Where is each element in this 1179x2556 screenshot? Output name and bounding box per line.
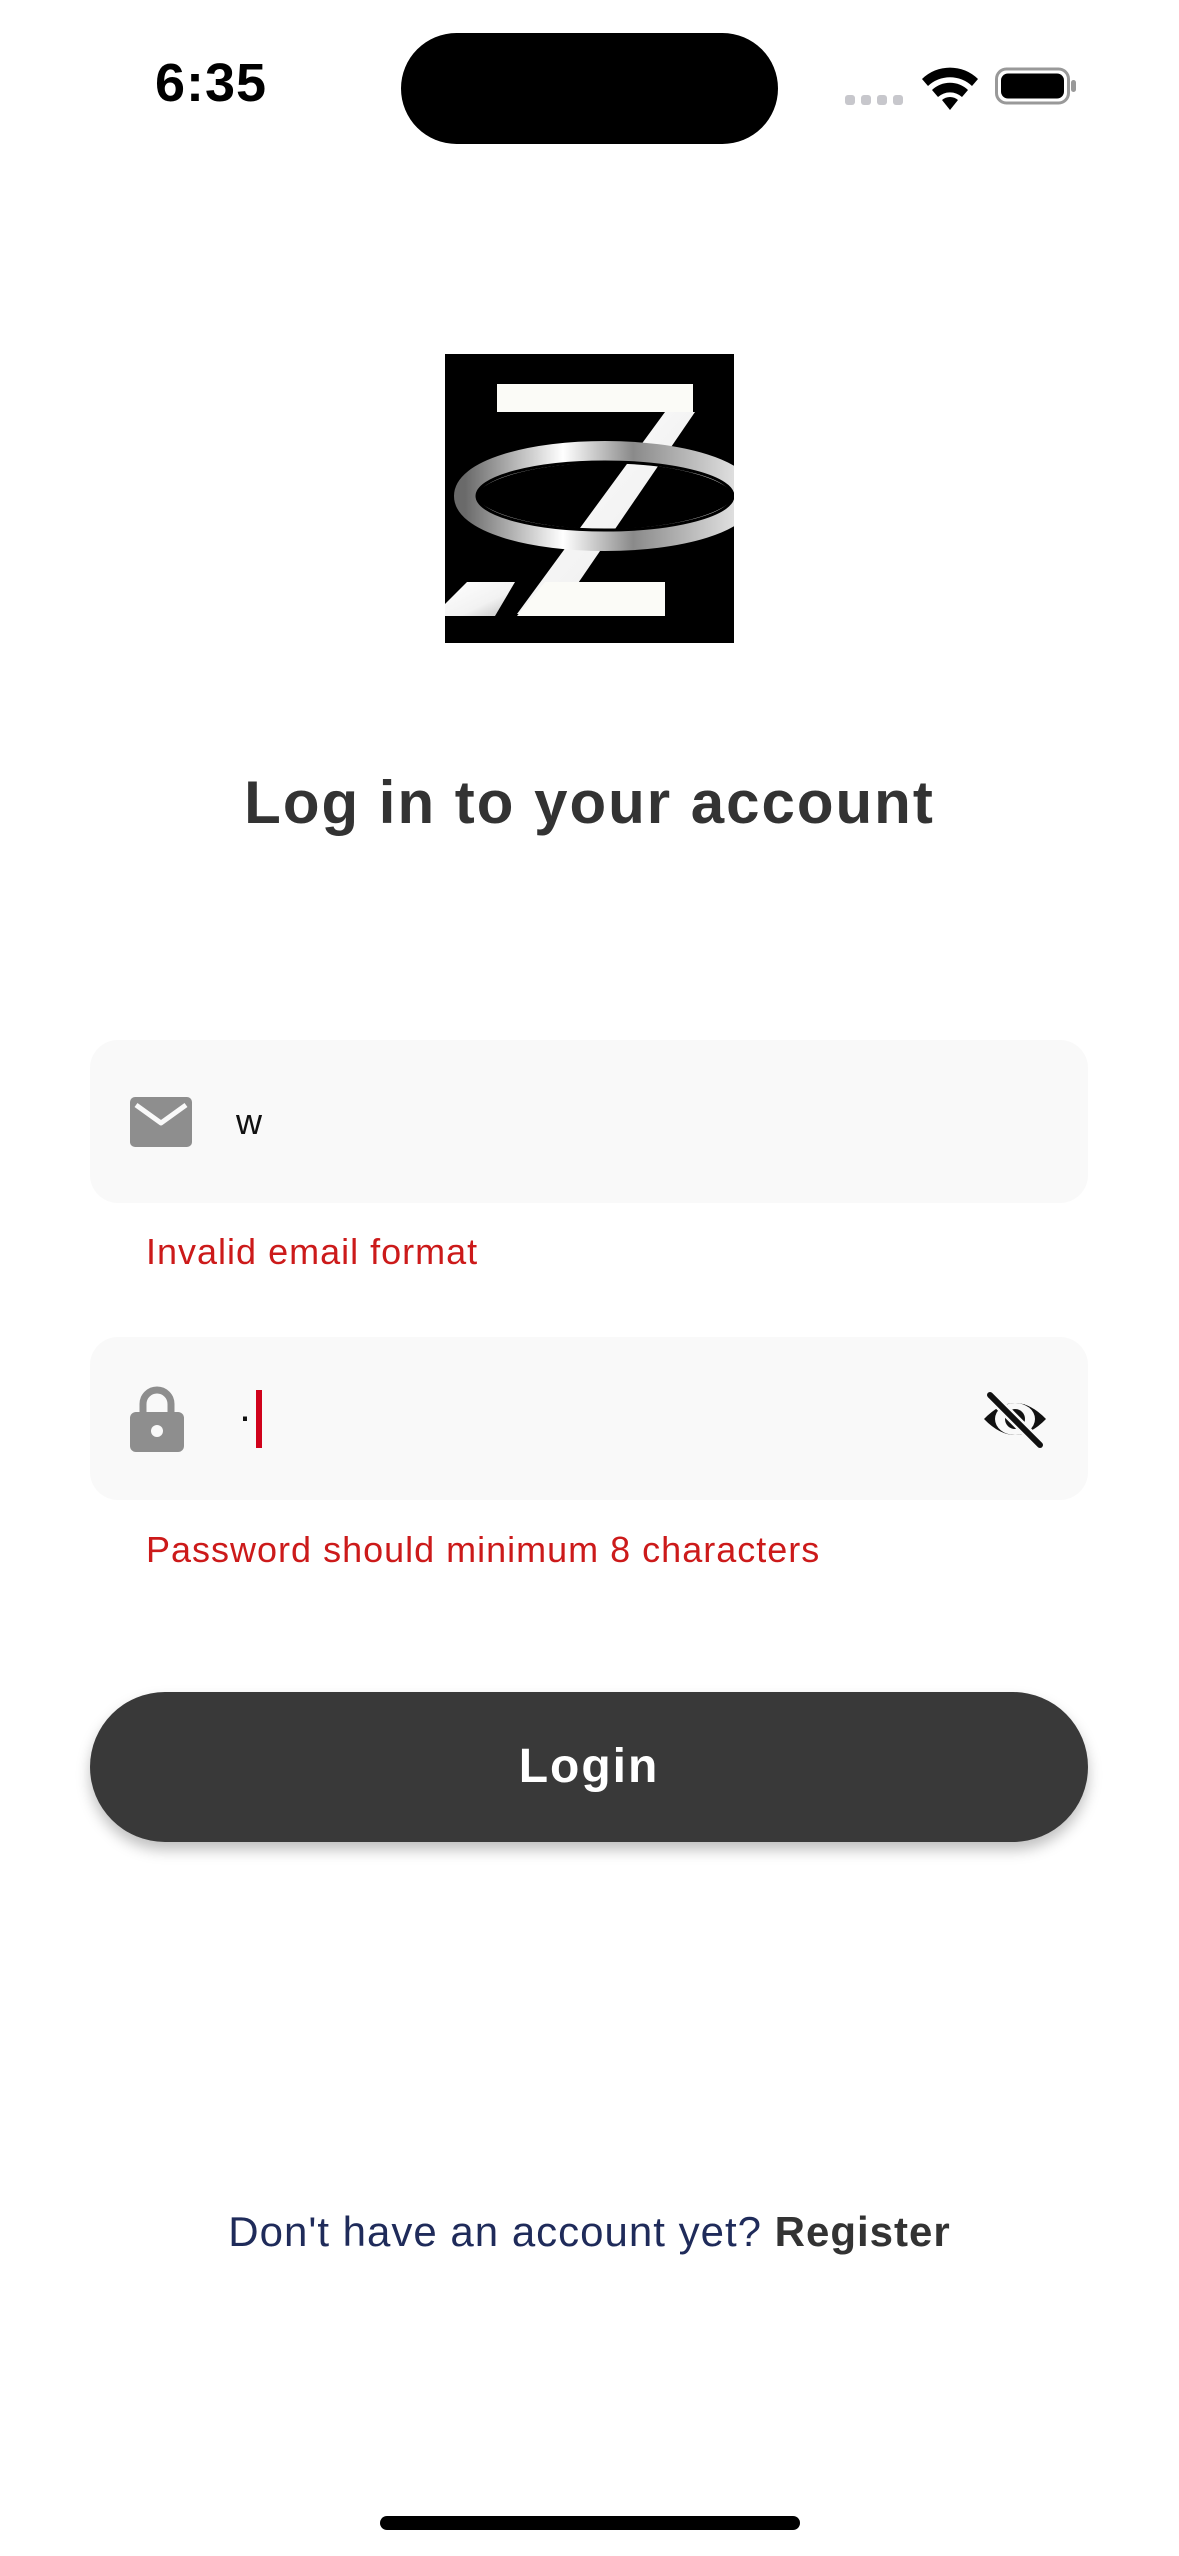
mail-icon [130, 1096, 192, 1147]
page-title: Log in to your account [244, 769, 935, 836]
password-error-message: Password should minimum 8 characters [146, 1529, 821, 1570]
email-error-message: Invalid email format [146, 1231, 479, 1272]
email-input[interactable]: w [236, 1101, 262, 1143]
register-prompt: Don't have an account yet? Register [0, 2208, 1179, 2256]
email-field[interactable]: w [90, 1040, 1088, 1203]
register-link[interactable]: Register [775, 2208, 951, 2255]
wifi-icon [922, 67, 978, 110]
battery-icon [995, 67, 1076, 105]
dynamic-island [401, 33, 778, 144]
eye-slash-icon[interactable] [980, 1389, 1050, 1449]
app-logo [445, 354, 734, 643]
password-field[interactable]: · [90, 1337, 1088, 1500]
lock-icon [130, 1386, 184, 1452]
register-prompt-text: Don't have an account yet? [228, 2208, 762, 2255]
status-time: 6:35 [155, 53, 268, 113]
login-button[interactable]: Login [90, 1692, 1088, 1842]
password-masked-text: · [238, 1391, 252, 1439]
text-caret [256, 1389, 262, 1448]
cellular-signal-icon [845, 95, 905, 107]
password-input[interactable]: · [238, 1389, 262, 1448]
home-indicator[interactable] [380, 2516, 800, 2530]
